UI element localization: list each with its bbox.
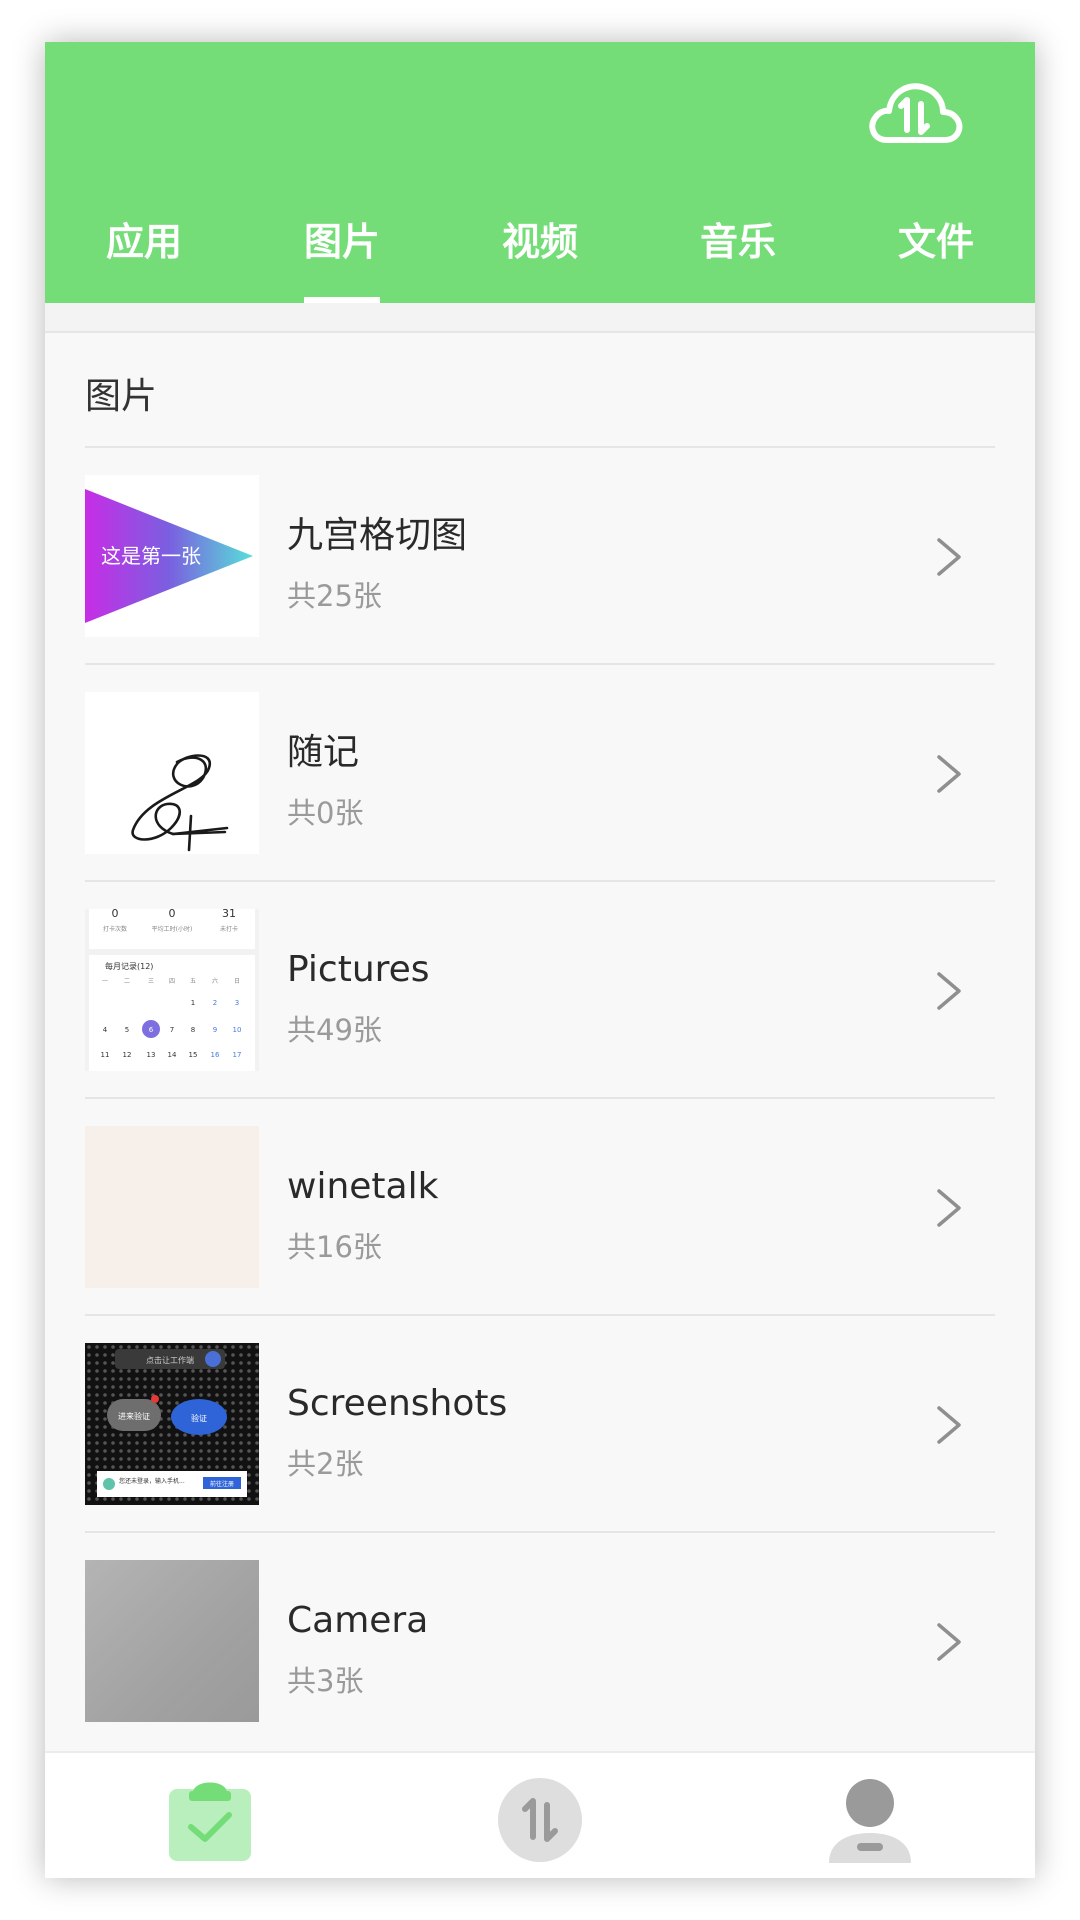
thumb-day: 9 <box>213 1026 217 1034</box>
thumb-day: 3 <box>235 999 239 1007</box>
thumb-calendar-title: 每月记录(12) <box>105 961 153 971</box>
album-count: 共0张 <box>287 796 364 830</box>
screenshot-image: 点击让工作端 进来验证 验证 您还未登录，输入手机... 前往注册 <box>85 1343 259 1505</box>
nav-profile-button[interactable] <box>825 1775 915 1865</box>
album-row-winetalk[interactable]: winetalk 共16张 <box>45 1099 1035 1316</box>
thumb-day: 12 <box>123 1051 132 1059</box>
cloud-transfer-icon <box>869 83 963 143</box>
thumb-day: 1 <box>191 999 195 1007</box>
tab-pictures[interactable]: 图片 <box>243 212 441 303</box>
tab-label: 图片 <box>303 220 380 264</box>
chevron-right-icon <box>937 972 961 1010</box>
album-row-jiugongge[interactable]: 这是第一张 九宫格切图 共25张 <box>45 448 1035 665</box>
tab-label: 应用 <box>105 220 182 264</box>
album-name: 九宫格切图 <box>287 515 468 556</box>
album-row-screenshots[interactable]: 点击让工作端 进来验证 验证 您还未登录，输入手机... 前往注册 Screen… <box>45 1316 1035 1533</box>
tab-apps[interactable]: 应用 <box>45 212 243 303</box>
album-count: 共49张 <box>287 1013 382 1047</box>
thumb-text: 验证 <box>191 1413 207 1423</box>
thumb-weekday: 六 <box>212 977 218 985</box>
tab-videos[interactable]: 视频 <box>441 212 639 303</box>
bottom-navigation <box>45 1751 1035 1878</box>
clipboard-check-icon <box>169 1782 251 1861</box>
transfer-icon <box>498 1778 582 1862</box>
thumb-stat: 0 <box>169 909 176 920</box>
thumb-stat-label: 打卡次数 <box>103 925 127 933</box>
thumb-day: 2 <box>213 999 217 1007</box>
thumb-weekday: 一 <box>102 978 108 985</box>
album-thumbnail: 0 0 31 打卡次数 平均工时(小时) 未打卡 每月记录(12) 一二三四五六… <box>85 909 259 1071</box>
album-thumbnail <box>85 1126 259 1288</box>
thumb-text: 进来验证 <box>118 1411 150 1421</box>
category-tabs: 应用 图片 视频 音乐 文件 <box>45 212 1035 303</box>
thumb-stat: 0 <box>112 909 119 920</box>
album-name: Camera <box>287 1600 429 1641</box>
thumb-day: 10 <box>233 1026 242 1034</box>
thumb-day: 4 <box>103 1026 108 1034</box>
nav-transfer-button[interactable] <box>495 1775 585 1865</box>
header-shadow-bar <box>45 303 1035 333</box>
thumb-text: 您还未登录，输入手机... <box>119 1477 185 1485</box>
thumb-day: 14 <box>168 1051 177 1059</box>
album-row-camera[interactable]: Camera 共3张 <box>45 1533 1035 1750</box>
thumb-stat-label: 平均工时(小时) <box>152 925 193 933</box>
album-thumbnail <box>85 1560 259 1722</box>
album-count: 共2张 <box>287 1447 364 1481</box>
album-thumbnail: 这是第一张 <box>85 475 259 637</box>
thumb-stat: 31 <box>222 909 236 920</box>
calendar-screenshot-image: 0 0 31 打卡次数 平均工时(小时) 未打卡 每月记录(12) 一二三四五六… <box>89 909 255 1071</box>
handwriting-signature-image <box>85 692 259 854</box>
tab-label: 音乐 <box>699 220 776 264</box>
thumb-day: 17 <box>233 1051 242 1059</box>
user-profile-icon <box>829 1779 911 1863</box>
album-count: 共16张 <box>287 1230 382 1264</box>
thumb-day: 7 <box>170 1026 174 1034</box>
album-count: 共3张 <box>287 1664 364 1698</box>
triangle-gradient-image: 这是第一张 <box>85 475 259 637</box>
album-name: winetalk <box>287 1166 439 1207</box>
album-list: 这是第一张 九宫格切图 共25张 随记 共0张 0 0 31 打卡次数 平均工时… <box>45 448 1035 1750</box>
album-name: 随记 <box>287 732 360 773</box>
thumb-weekday: 日 <box>234 978 240 985</box>
thumb-day: 11 <box>101 1051 110 1059</box>
thumb-day: 13 <box>147 1051 156 1059</box>
cloud-sync-button[interactable] <box>865 74 965 154</box>
thumb-day: 6 <box>149 1026 154 1034</box>
top-header: 应用 图片 视频 音乐 文件 <box>45 42 1035 303</box>
thumb-stat-label: 未打卡 <box>220 925 238 933</box>
section-title: 图片 <box>85 376 158 417</box>
tab-label: 视频 <box>501 220 578 264</box>
nav-clipboard-button[interactable] <box>165 1775 255 1865</box>
thumb-caption: 这是第一张 <box>101 544 201 568</box>
album-row-notes[interactable]: 随记 共0张 <box>45 665 1035 882</box>
chevron-right-icon <box>937 1623 961 1661</box>
thumb-day: 5 <box>125 1026 129 1034</box>
thumb-text: 点击让工作端 <box>146 1355 194 1365</box>
album-thumbnail <box>85 692 259 854</box>
thumb-weekday: 四 <box>169 978 175 985</box>
thumb-weekday: 三 <box>148 978 154 985</box>
thumb-day: 8 <box>191 1026 195 1034</box>
album-count: 共25张 <box>287 579 382 613</box>
chevron-right-icon <box>937 1189 961 1227</box>
thumb-day: 16 <box>211 1051 220 1059</box>
chevron-right-icon <box>937 1406 961 1444</box>
app-screen: 应用 图片 视频 音乐 文件 图片 这是第一张 九宫格切图 共25张 随记 共0… <box>45 42 1035 1878</box>
thumb-weekday: 二 <box>124 978 130 985</box>
album-row-pictures[interactable]: 0 0 31 打卡次数 平均工时(小时) 未打卡 每月记录(12) 一二三四五六… <box>45 882 1035 1099</box>
chevron-right-icon <box>937 755 961 793</box>
chevron-right-icon <box>937 538 961 576</box>
album-thumbnail: 点击让工作端 进来验证 验证 您还未登录，输入手机... 前往注册 <box>85 1343 259 1505</box>
album-name: Pictures <box>287 949 430 990</box>
thumb-text: 前往注册 <box>210 1480 234 1488</box>
tab-label: 文件 <box>897 220 974 264</box>
thumb-day: 15 <box>189 1051 198 1059</box>
tab-music[interactable]: 音乐 <box>639 212 837 303</box>
album-name: Screenshots <box>287 1383 508 1424</box>
thumb-weekday: 五 <box>190 978 196 985</box>
tab-files[interactable]: 文件 <box>837 212 1035 303</box>
